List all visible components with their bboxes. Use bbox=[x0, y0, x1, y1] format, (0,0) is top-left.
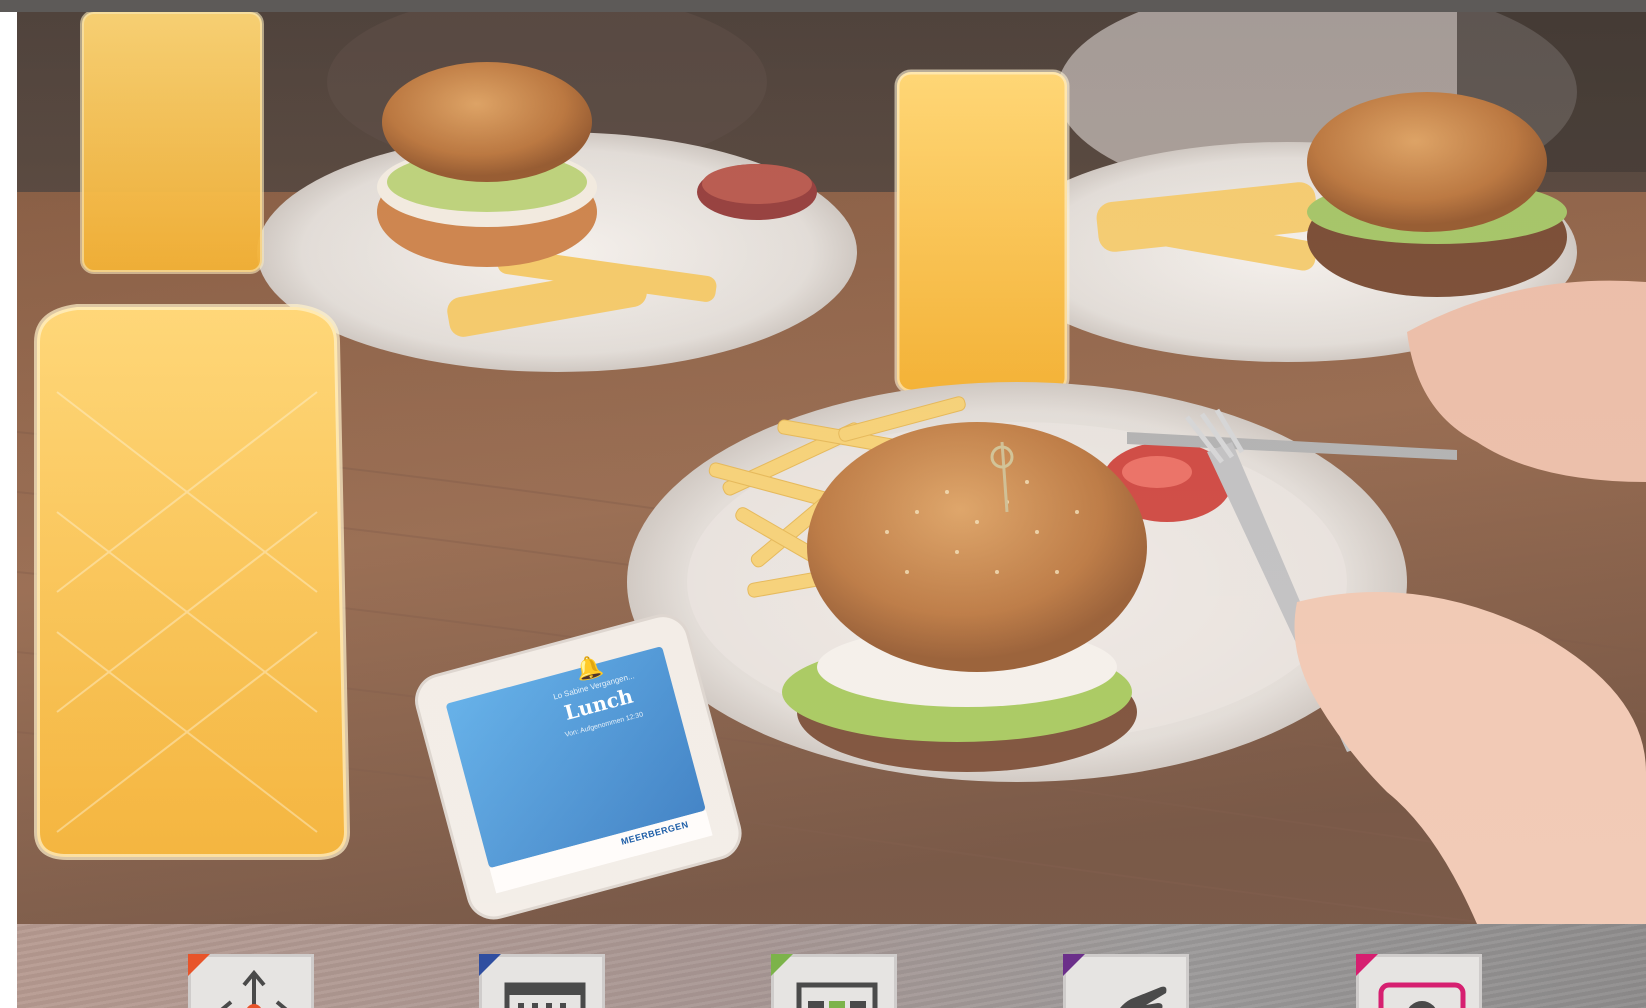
hero-photo bbox=[17, 12, 1646, 924]
feature-strip bbox=[17, 924, 1646, 1008]
feature-tile-calendar[interactable] bbox=[479, 954, 605, 1008]
feature-tile-move[interactable] bbox=[188, 954, 314, 1008]
top-bar bbox=[0, 0, 1646, 12]
dashboard-icon bbox=[796, 982, 878, 1008]
feature-tile-profile[interactable] bbox=[1356, 954, 1482, 1008]
calendar-icon bbox=[504, 982, 586, 1008]
feature-tile-dashboard[interactable] bbox=[771, 954, 897, 1008]
arrows-move-icon bbox=[220, 969, 288, 1008]
feature-tile-hand[interactable] bbox=[1063, 954, 1189, 1008]
hand-icon bbox=[1120, 986, 1167, 1008]
profile-icon bbox=[1378, 982, 1466, 1008]
